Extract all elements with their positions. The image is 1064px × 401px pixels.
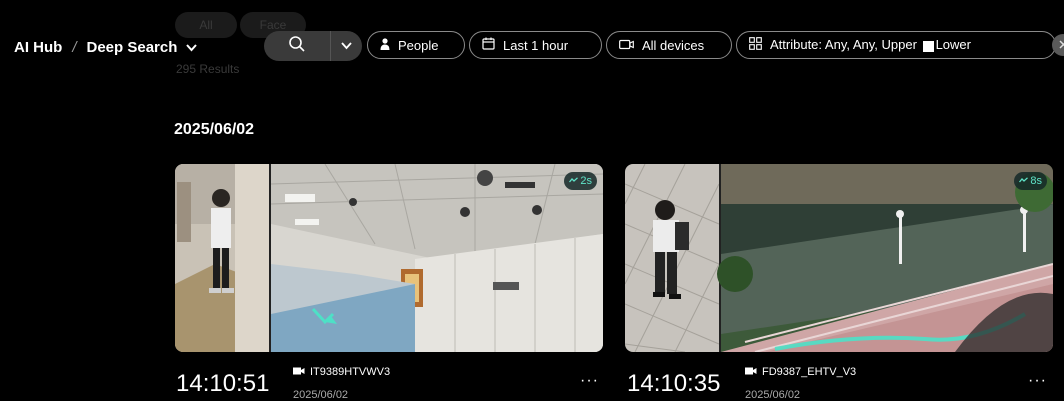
duration-badge: 8s	[1014, 172, 1047, 190]
thumbnail-image	[175, 164, 603, 352]
date-group-heading: 2025/06/02	[174, 121, 255, 138]
camera-icon	[293, 366, 305, 378]
results-count: 295 Results	[176, 62, 240, 76]
search-group	[264, 31, 362, 61]
filter-attribute-label: Attribute: Any, Any, Upper	[770, 37, 917, 53]
search-button[interactable]	[264, 31, 330, 61]
camera-icon	[745, 366, 757, 378]
chevron-down-icon	[341, 37, 352, 55]
device-name: IT9389HTVWV3	[310, 366, 391, 378]
duration-value: 2s	[580, 175, 592, 187]
tab-all[interactable]: All	[175, 12, 237, 38]
filter-people-chip[interactable]: People	[367, 31, 465, 59]
tab-all-label: All	[199, 18, 213, 32]
result-date: 2025/06/02	[745, 389, 801, 401]
lower-color-swatch	[976, 39, 990, 53]
chevron-down-icon	[183, 43, 198, 55]
breadcrumb: AI Hub / Deep Search	[14, 36, 198, 58]
breadcrumb-separator: /	[72, 38, 77, 56]
search-options-button[interactable]	[331, 31, 362, 61]
duration-badge: 2s	[564, 172, 597, 190]
more-options-button[interactable]: ···	[580, 372, 599, 390]
result-time: 14:10:35	[627, 370, 721, 397]
trend-icon	[1019, 175, 1029, 187]
result-time: 14:10:51	[176, 370, 270, 397]
thumbnail-image	[625, 164, 1053, 352]
filter-time-label: Last 1 hour	[503, 37, 569, 53]
filter-devices-label: All devices	[642, 37, 705, 53]
calendar-icon	[482, 37, 495, 53]
trend-icon	[569, 175, 579, 187]
filter-attribute-lower-label: Lower	[935, 37, 971, 53]
breadcrumb-current[interactable]: Deep Search	[87, 39, 198, 56]
clear-filters-button[interactable]	[1052, 34, 1064, 56]
more-options-button[interactable]: ···	[1028, 372, 1047, 390]
result-date: 2025/06/02	[293, 389, 349, 401]
filter-attribute-text: Attribute: Any, Any, Upper Lower	[770, 37, 992, 53]
grid-icon	[749, 37, 762, 53]
filter-time-chip[interactable]: Last 1 hour	[469, 31, 602, 59]
duration-value: 8s	[1030, 175, 1042, 187]
result-device: FD9387_EHTV_V3	[745, 366, 856, 378]
result-thumbnail[interactable]: 2s	[175, 164, 603, 352]
camera-icon	[619, 38, 634, 53]
device-name: FD9387_EHTV_V3	[762, 366, 857, 378]
search-icon	[288, 35, 306, 58]
filter-people-label: People	[398, 37, 439, 53]
close-icon	[1058, 38, 1064, 52]
filter-devices-chip[interactable]: All devices	[606, 31, 732, 59]
breadcrumb-current-label: Deep Search	[86, 38, 178, 56]
result-thumbnail[interactable]: 8s	[625, 164, 1053, 352]
person-icon	[380, 37, 390, 53]
upper-color-swatch	[922, 40, 934, 52]
filter-attribute-chip[interactable]: Attribute: Any, Any, Upper Lower	[736, 31, 1056, 59]
breadcrumb-root[interactable]: AI Hub	[14, 39, 62, 56]
tab-face-label: Face	[259, 18, 287, 32]
result-device: IT9389HTVWV3	[293, 366, 390, 378]
